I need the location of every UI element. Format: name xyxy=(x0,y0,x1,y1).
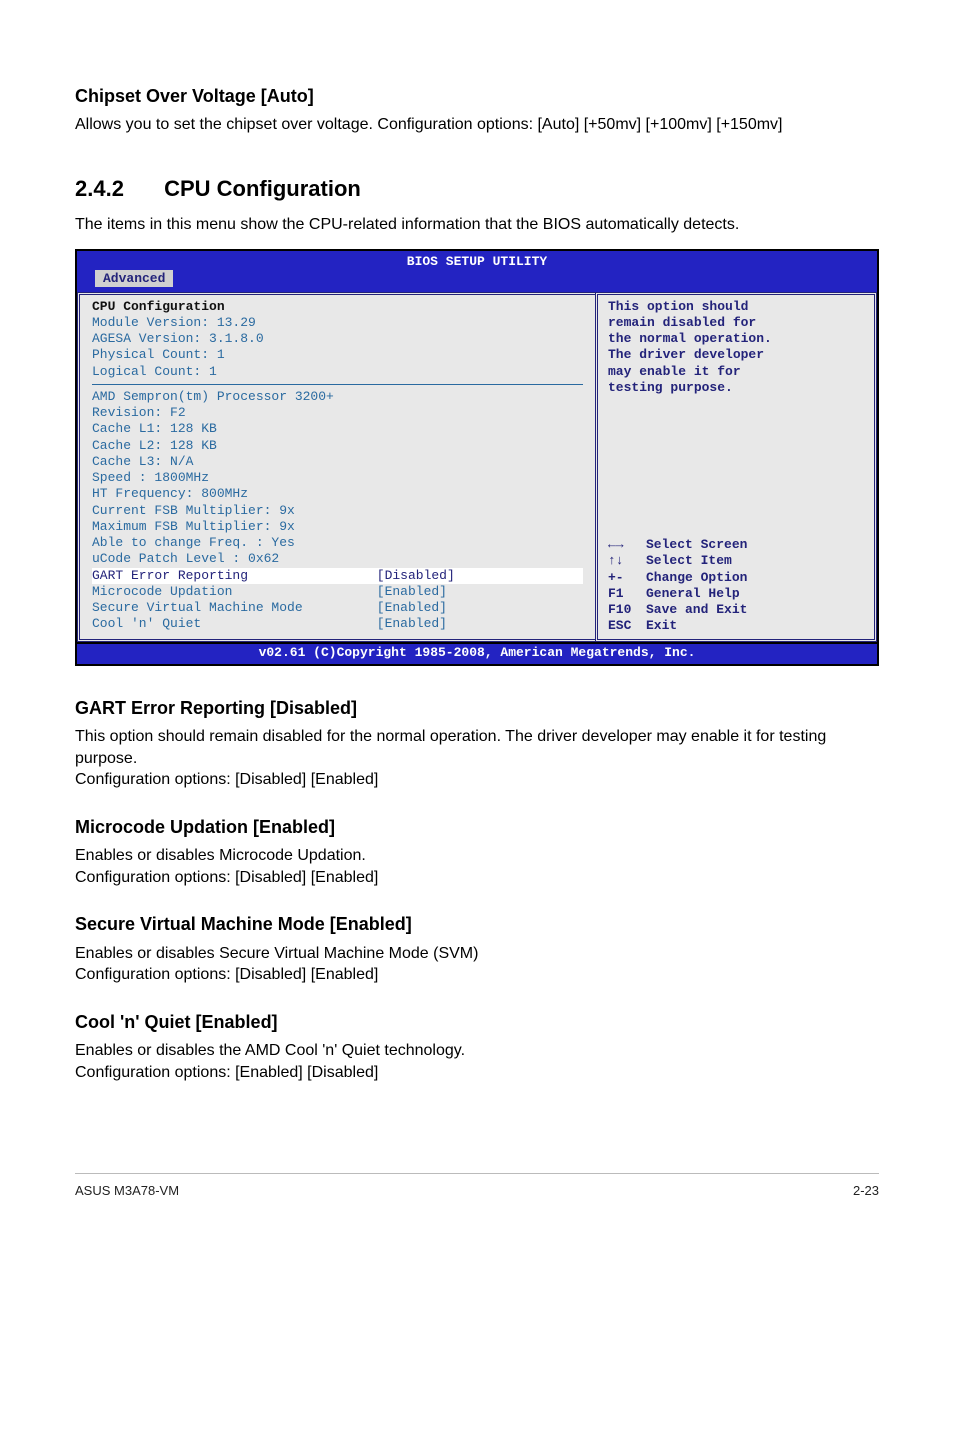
chipset-heading: Chipset Over Voltage [Auto] xyxy=(75,84,879,108)
bios-opt-label: GART Error Reporting xyxy=(92,568,377,584)
microcode-desc: Enables or disables Microcode Updation. … xyxy=(75,845,879,888)
bios-cpu-line: Able to change Freq. : Yes xyxy=(92,535,583,551)
bios-left-pane: CPU Configuration Module Version: 13.29 … xyxy=(77,292,595,642)
gart-desc-line: This option should remain disabled for t… xyxy=(75,728,826,767)
bios-right-pane: This option should remain disabled for t… xyxy=(595,292,877,642)
gart-desc: This option should remain disabled for t… xyxy=(75,726,879,791)
bios-opt-value: [Enabled] xyxy=(377,600,583,616)
svm-desc-line: Configuration options: [Disabled] [Enabl… xyxy=(75,966,378,983)
bios-key-text: Exit xyxy=(646,618,677,634)
bios-key: F1 xyxy=(608,586,646,602)
bios-info-line: AGESA Version: 3.1.8.0 xyxy=(92,331,583,347)
bios-key: ↑↓ xyxy=(608,553,646,569)
bios-opt-microcode: Microcode Updation [Enabled] xyxy=(92,584,583,600)
bios-key-text: General Help xyxy=(646,586,740,602)
bios-key: +- xyxy=(608,570,646,586)
gart-desc-line: Configuration options: [Disabled] [Enabl… xyxy=(75,771,378,788)
bios-opt-svm: Secure Virtual Machine Mode [Enabled] xyxy=(92,600,583,616)
bios-key-help: ←→Select Screen ↑↓Select Item +-Change O… xyxy=(608,537,864,635)
bios-opt-value: [Enabled] xyxy=(377,584,583,600)
bios-cpu-line: Current FSB Multiplier: 9x xyxy=(92,503,583,519)
bios-cpu-config-header: CPU Configuration xyxy=(92,299,583,315)
bios-cpu-line: HT Frequency: 800MHz xyxy=(92,486,583,502)
section-title: CPU Configuration xyxy=(164,176,361,201)
bios-key: F10 xyxy=(608,602,646,618)
svm-desc-line: Enables or disables Secure Virtual Machi… xyxy=(75,945,478,962)
bios-cpu-line: uCode Patch Level : 0x62 xyxy=(92,551,583,567)
bios-key-text: Select Screen xyxy=(646,537,747,553)
bios-footer: v02.61 (C)Copyright 1985-2008, American … xyxy=(75,644,879,666)
bios-screenshot: BIOS SETUP UTILITY Advanced CPU Configur… xyxy=(75,249,879,666)
bios-help-text: This option should remain disabled for t… xyxy=(608,299,864,397)
bios-key: ←→ xyxy=(608,537,646,553)
cnq-desc-line: Configuration options: [Enabled] [Disabl… xyxy=(75,1064,378,1081)
footer-product: ASUS M3A78-VM xyxy=(75,1182,179,1200)
chipset-desc: Allows you to set the chipset over volta… xyxy=(75,114,879,136)
bios-key-text: Change Option xyxy=(646,570,747,586)
section-number: 2.4.2 xyxy=(75,174,124,204)
footer-page-number: 2-23 xyxy=(853,1182,879,1200)
microcode-heading: Microcode Updation [Enabled] xyxy=(75,815,879,839)
bios-opt-value: [Enabled] xyxy=(377,616,583,632)
bios-opt-label: Microcode Updation xyxy=(92,584,377,600)
microcode-desc-line: Enables or disables Microcode Updation. xyxy=(75,847,366,864)
section-intro: The items in this menu show the CPU-rela… xyxy=(75,214,879,236)
svm-desc: Enables or disables Secure Virtual Machi… xyxy=(75,943,879,986)
bios-cpu-line: Maximum FSB Multiplier: 9x xyxy=(92,519,583,535)
bios-key-text: Select Item xyxy=(646,553,732,569)
bios-info-line: Module Version: 13.29 xyxy=(92,315,583,331)
bios-opt-label: Secure Virtual Machine Mode xyxy=(92,600,377,616)
bios-opt-label: Cool 'n' Quiet xyxy=(92,616,377,632)
cnq-heading: Cool 'n' Quiet [Enabled] xyxy=(75,1010,879,1034)
bios-cpu-line: AMD Sempron(tm) Processor 3200+ xyxy=(92,389,583,405)
bios-opt-gart: GART Error Reporting [Disabled] xyxy=(92,568,583,584)
bios-cpu-line: Cache L1: 128 KB xyxy=(92,421,583,437)
cnq-desc-line: Enables or disables the AMD Cool 'n' Qui… xyxy=(75,1042,465,1059)
bios-tab-advanced: Advanced xyxy=(95,270,173,287)
bios-cpu-line: Revision: F2 xyxy=(92,405,583,421)
bios-info-line: Logical Count: 1 xyxy=(92,364,583,380)
microcode-desc-line: Configuration options: [Disabled] [Enabl… xyxy=(75,869,378,886)
section-heading: 2.4.2 CPU Configuration xyxy=(75,174,879,204)
bios-cpu-line: Speed : 1800MHz xyxy=(92,470,583,486)
page-footer: ASUS M3A78-VM 2-23 xyxy=(75,1173,879,1200)
bios-key-text: Save and Exit xyxy=(646,602,747,618)
bios-opt-value: [Disabled] xyxy=(377,568,583,584)
bios-tabs: Advanced xyxy=(75,271,879,291)
bios-title: BIOS SETUP UTILITY xyxy=(75,249,879,271)
gart-heading: GART Error Reporting [Disabled] xyxy=(75,696,879,720)
bios-key: ESC xyxy=(608,618,646,634)
svm-heading: Secure Virtual Machine Mode [Enabled] xyxy=(75,912,879,936)
bios-info-line: Physical Count: 1 xyxy=(92,347,583,363)
bios-cpu-line: Cache L2: 128 KB xyxy=(92,438,583,454)
bios-cpu-line: Cache L3: N/A xyxy=(92,454,583,470)
bios-opt-cnq: Cool 'n' Quiet [Enabled] xyxy=(92,616,583,632)
cnq-desc: Enables or disables the AMD Cool 'n' Qui… xyxy=(75,1040,879,1083)
